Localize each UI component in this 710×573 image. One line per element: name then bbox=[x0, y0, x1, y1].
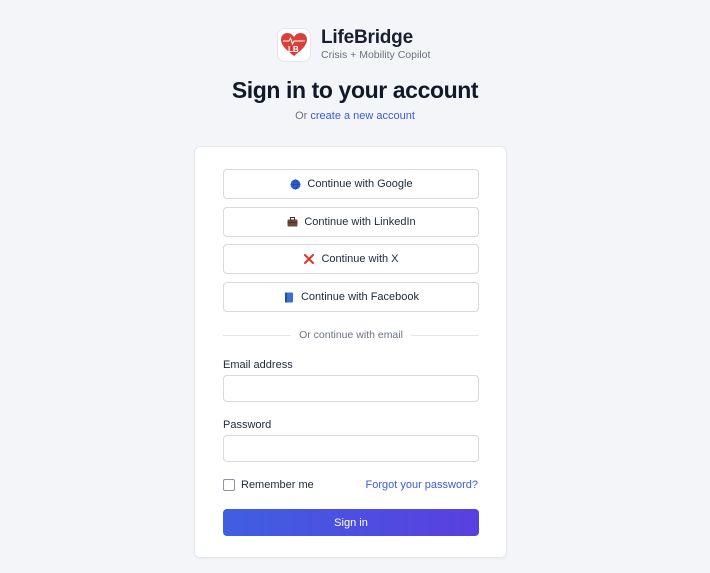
forgot-password-link[interactable]: Forgot your password? bbox=[366, 479, 479, 491]
svg-text:LB: LB bbox=[288, 45, 299, 54]
email-divider: Or continue with email bbox=[223, 328, 480, 342]
email-label: Email address bbox=[223, 359, 293, 371]
remember-me-label: Remember me bbox=[241, 479, 314, 491]
lifebridge-logo: LB bbox=[277, 27, 311, 62]
linkedin-signin-button[interactable]: Continue with LinkedIn bbox=[223, 207, 479, 237]
email-field[interactable] bbox=[223, 375, 479, 402]
signin-button[interactable]: Sign in bbox=[223, 509, 479, 536]
facebook-signin-label: Continue with Facebook bbox=[300, 291, 419, 303]
remember-me-option: Remember me bbox=[223, 479, 314, 491]
brand-header: LB LifeBridge Crisis + Mobility Copilot bbox=[277, 27, 430, 62]
x-signin-button[interactable]: Continue with X bbox=[223, 244, 479, 274]
remember-me-checkbox[interactable] bbox=[223, 479, 235, 491]
google-signin-label: Continue with Google bbox=[307, 178, 413, 190]
globe-icon bbox=[289, 178, 301, 190]
signup-prompt: Or create a new account bbox=[0, 110, 710, 122]
or-text: Or bbox=[295, 110, 308, 122]
brand-name: LifeBridge bbox=[321, 27, 413, 48]
divider-line-right bbox=[410, 334, 480, 336]
divider-text: Or continue with email bbox=[299, 329, 403, 341]
briefcase-icon bbox=[286, 216, 298, 228]
brand-tagline: Crisis + Mobility Copilot bbox=[321, 49, 431, 61]
password-label: Password bbox=[223, 419, 272, 431]
page-title: Sign in to your account bbox=[231, 77, 479, 103]
divider-line-left bbox=[223, 334, 292, 336]
heart-logo-icon: LB bbox=[281, 32, 307, 56]
google-signin-button[interactable]: Continue with Google bbox=[223, 169, 479, 199]
x-signin-label: Continue with X bbox=[321, 253, 399, 265]
signin-card: Continue with Google Continue with Linke… bbox=[194, 146, 507, 558]
x-mark-icon bbox=[303, 253, 315, 265]
create-account-link[interactable]: create a new account bbox=[310, 110, 415, 122]
linkedin-signin-label: Continue with LinkedIn bbox=[304, 216, 416, 228]
book-icon bbox=[283, 291, 295, 303]
facebook-signin-button[interactable]: Continue with Facebook bbox=[223, 282, 479, 312]
password-field[interactable] bbox=[223, 435, 479, 462]
